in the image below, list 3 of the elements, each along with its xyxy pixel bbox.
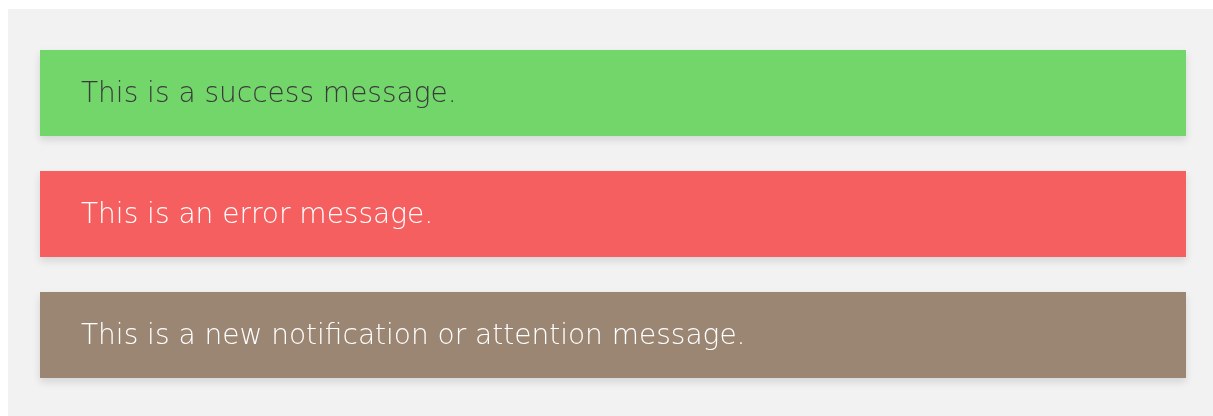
alert-message: This is an error message.	[81, 196, 434, 232]
alert-message: This is a new notification or attention message.	[81, 317, 746, 353]
alert-message: This is a success message.	[81, 75, 457, 111]
